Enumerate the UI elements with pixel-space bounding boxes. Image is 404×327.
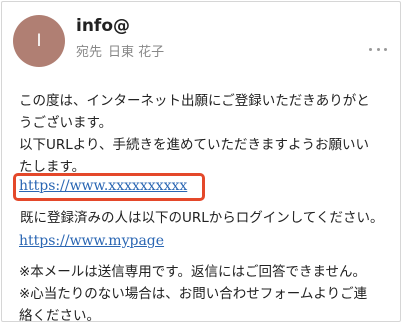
more-horizontal-icon[interactable] xyxy=(369,44,387,54)
note-line: ※心当たりのない場合は、お問い合わせフォームよりご連 xyxy=(19,286,368,302)
recipient-name[interactable]: 日東 花子 xyxy=(108,45,164,60)
avatar-initial: I xyxy=(36,31,42,51)
mypage-link[interactable]: https://www.mypage xyxy=(19,233,164,249)
recipient-line: 宛先 日東 花子 xyxy=(76,41,164,60)
registration-link[interactable]: https://www.xxxxxxxxxx xyxy=(19,178,187,194)
sender-name[interactable]: info@ xyxy=(76,16,130,36)
note-line: ※本メールは送信専用です。返信にはご回答できません。 xyxy=(19,264,367,280)
to-label: 宛先 xyxy=(76,45,103,60)
body-line: 以下URLより、手続きを進めていただきますようお願いい xyxy=(19,137,369,153)
body-paragraph-3: 既に登録済みの人は以下のURLからログインしてください。 xyxy=(20,210,384,226)
body-line: この度は、インターネット出願にご登録いただきありがと xyxy=(19,93,370,109)
body-paragraph-1: この度は、インターネット出願にご登録いただきありがと うございます。 xyxy=(19,90,395,134)
email-notes: ※本メールは送信専用です。返信にはご回答できません。 ※心当たりのない場合は、お… xyxy=(19,261,395,327)
email-card: I info@ 宛先 日東 花子 この度は、インターネット出願にご登録いただきあり… xyxy=(1,1,401,324)
avatar[interactable]: I xyxy=(13,15,65,67)
body-line: うございます。 xyxy=(19,115,113,131)
email-body: この度は、インターネット出願にご登録いただきありがと うございます。 以下URL… xyxy=(19,90,395,178)
email-header: I info@ 宛先 日東 花子 xyxy=(13,15,393,67)
note-line: 絡ください。 xyxy=(19,308,100,324)
body-paragraph-2: 以下URLより、手続きを進めていただきますようお願いい たします。 xyxy=(19,134,395,178)
